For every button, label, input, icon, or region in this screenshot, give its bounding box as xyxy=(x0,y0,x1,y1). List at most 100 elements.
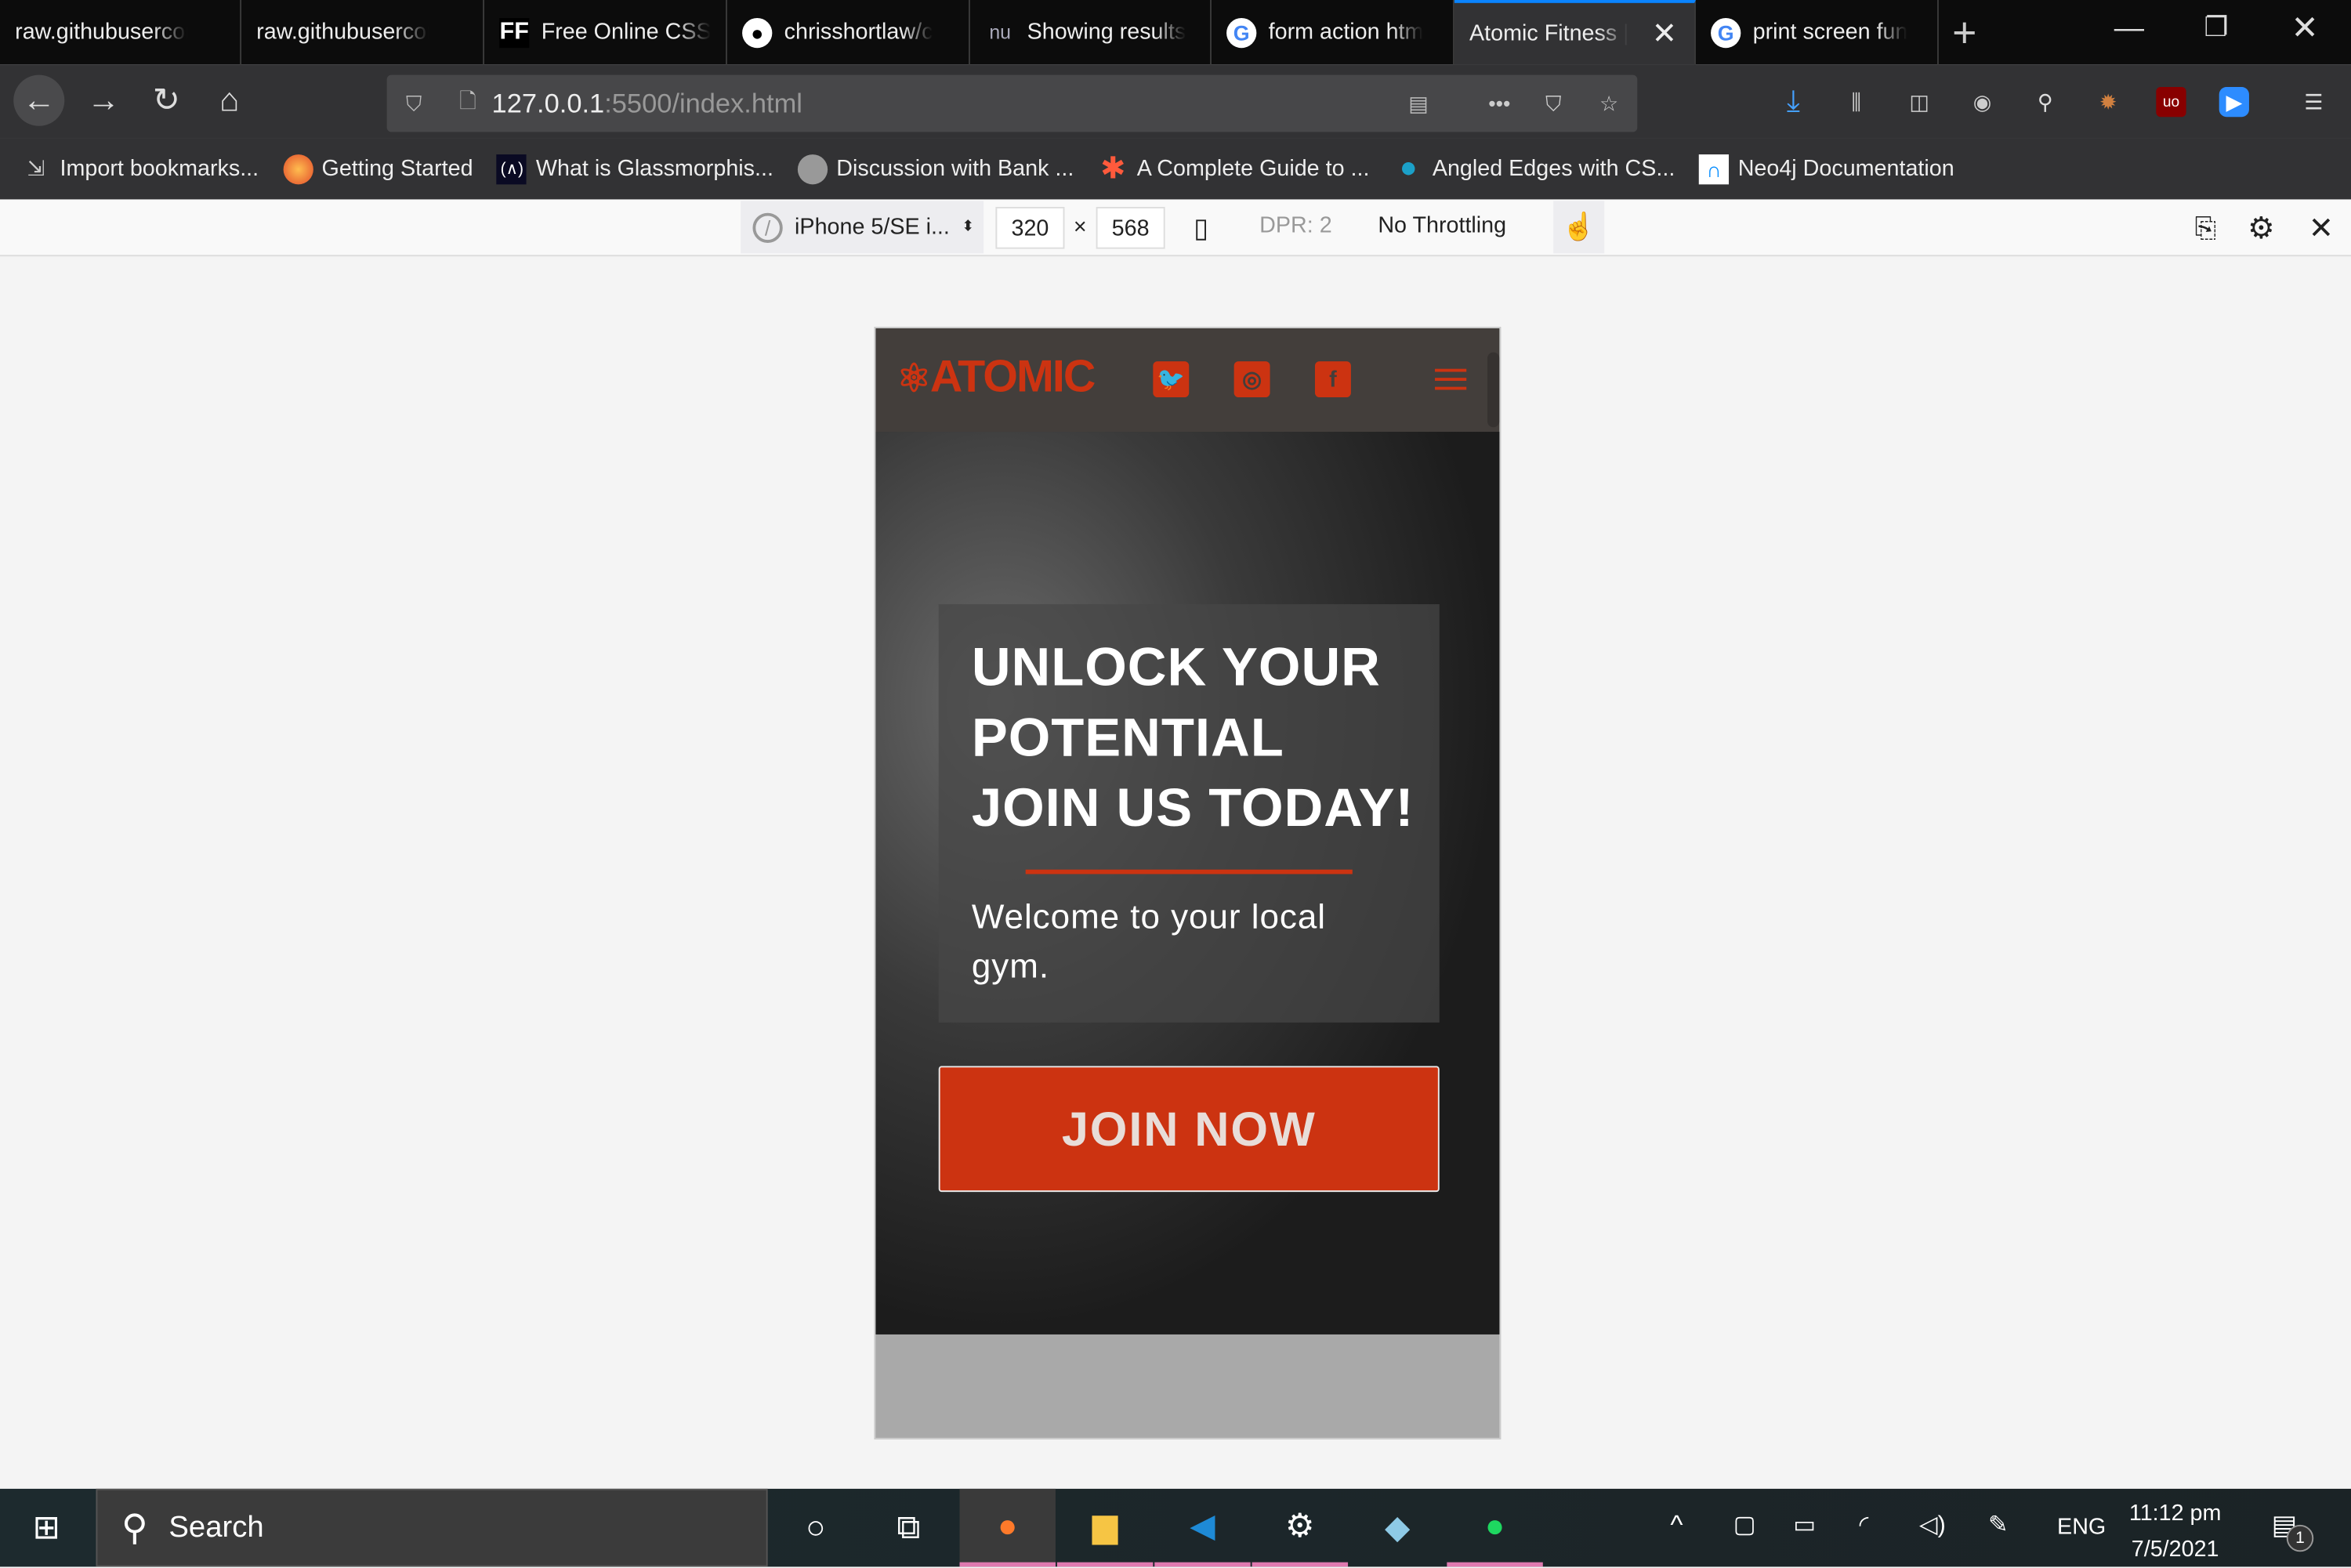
device-select[interactable]: / iPhone 5/SE i... ⬍ xyxy=(741,201,984,254)
time: 11:12 pm xyxy=(2128,1501,2222,1526)
settings-icon[interactable]: ⚙ xyxy=(2246,212,2276,245)
windows-start-icon[interactable]: ⊞ xyxy=(0,1489,93,1566)
language-indicator[interactable]: ENG xyxy=(2057,1514,2106,1540)
bookmarks-bar: ⇲ Import bookmarks... Getting Started (∧)… xyxy=(0,138,2351,200)
bookmark[interactable]: Getting Started xyxy=(282,154,473,184)
import-icon: ⇲ xyxy=(27,155,45,180)
battery-icon[interactable]: ▭ xyxy=(1793,1510,1816,1540)
search-icon: ⚲ xyxy=(121,1507,148,1548)
hero-heading: UNLOCK YOUR POTENTIAL JOIN US TODAY! xyxy=(972,631,1415,842)
throttling-select[interactable]: No Throttling xyxy=(1378,213,1506,239)
compass-icon: / xyxy=(752,212,783,242)
tab[interactable]: Gform action htm xyxy=(1212,0,1454,65)
zoom-icon[interactable]: ▶ xyxy=(2219,86,2249,118)
spotify-icon[interactable]: ● xyxy=(1447,1489,1543,1567)
instagram-icon[interactable]: ◎ xyxy=(1233,361,1270,398)
logo[interactable]: ⚛ ATOMIC xyxy=(897,353,1096,404)
taskbar-search[interactable]: ⚲ Search xyxy=(96,1488,768,1567)
bookmark[interactable]: Discussion with Bank ... xyxy=(797,154,1074,184)
bookmark[interactable]: ● Angled Edges with CS... xyxy=(1393,151,1675,185)
clock[interactable]: 11:12 pm 7/5/2021 xyxy=(2129,1496,2222,1568)
taskbar: ⊞ ⚲ Search ○ ⧉ ● ▆ ◀ ⚙ ◆ ● ^ ▢ ▭ ◜ ◁) ✎ E… xyxy=(0,1488,2351,1568)
task-view-icon[interactable]: ⧉ xyxy=(860,1489,956,1566)
rotate-icon[interactable]: ▯ xyxy=(1186,212,1215,243)
google-icon: G xyxy=(1711,17,1741,48)
menu-icon[interactable]: ☰ xyxy=(2298,87,2328,117)
google-icon: G xyxy=(1226,17,1257,48)
close-rdm-icon[interactable]: ✕ xyxy=(2306,212,2336,245)
home-icon[interactable]: ⌂ xyxy=(204,75,255,126)
freecodecamp-icon: (∧) xyxy=(497,154,527,184)
download-icon[interactable]: ⤓ xyxy=(1778,85,1808,118)
library-icon[interactable]: ⫼ xyxy=(1842,87,1871,117)
url-host: 127.0.0.1 xyxy=(491,87,605,118)
heading-line: JOIN US TODAY! xyxy=(971,777,1415,838)
url-bar[interactable]: ⛉ 🗋 127.0.0.1:5500/index.html ▤ ••• ⛉ ☆ xyxy=(386,74,1638,132)
bookmark[interactable]: ∩ Neo4j Documentation xyxy=(1698,154,1954,184)
hamburger-menu-icon[interactable] xyxy=(1435,368,1467,390)
width-input[interactable]: 320 xyxy=(995,207,1065,249)
notifications-icon[interactable]: ▤ 1 xyxy=(2272,1510,2314,1552)
join-now-button[interactable]: JOIN NOW xyxy=(938,1066,1440,1193)
wifi-icon[interactable]: ◜ xyxy=(1859,1510,1868,1540)
extension-icon[interactable]: ⚲ xyxy=(2030,87,2060,117)
tab-bar: raw.githubusercontent raw.githubusercont… xyxy=(0,0,2351,65)
tab[interactable]: ● chrisshortlaw/c xyxy=(727,0,970,65)
dpr-select[interactable]: DPR: 2 xyxy=(1259,213,1332,239)
tab-active[interactable]: Atomic Fitness | ✕ xyxy=(1454,0,1696,65)
nu-icon: nu xyxy=(989,20,1012,44)
window-close-icon[interactable]: ✕ xyxy=(2291,9,2319,48)
raccoon-extension-icon[interactable]: ✹ xyxy=(2093,87,2123,117)
pocket-icon[interactable]: ⛉ xyxy=(1538,89,1568,118)
star-icon[interactable]: ☆ xyxy=(1594,89,1624,118)
scrollbar[interactable] xyxy=(1487,352,1500,428)
pen-icon[interactable]: ✎ xyxy=(1988,1510,2009,1540)
dot-icon: ● xyxy=(1399,151,1418,185)
more-icon[interactable]: ••• xyxy=(1484,89,1514,118)
tab[interactable]: FF Free Online CSS xyxy=(484,0,727,65)
minimize-icon[interactable]: — xyxy=(2114,12,2144,46)
tab[interactable]: nu Showing results xyxy=(970,0,1212,65)
select-arrows-icon: ⬍ xyxy=(962,219,975,236)
forward-icon[interactable]: → xyxy=(78,75,129,126)
close-icon[interactable]: ✕ xyxy=(1650,18,1679,51)
ublock-icon[interactable]: uo xyxy=(2156,86,2186,118)
device-viewport: UNLOCK YOUR POTENTIAL JOIN US TODAY! Wel… xyxy=(874,327,1502,1439)
globe-icon xyxy=(797,154,828,184)
shield-icon: ⛉ xyxy=(406,90,422,115)
sidebar-icon[interactable]: ◫ xyxy=(1904,87,1934,117)
nav-bar: ← → ↻ ⌂ ⛉ 🗋 127.0.0.1:5500/index.html ▤ … xyxy=(0,64,2351,139)
firefox-taskbar-icon[interactable]: ● xyxy=(959,1488,1056,1567)
url-path: :5500/index.html xyxy=(604,87,802,118)
tab[interactable]: Gprint screen fun xyxy=(1696,0,1939,65)
bookmark[interactable]: (∧) What is Glassmorphis... xyxy=(497,154,773,184)
facebook-icon[interactable]: f xyxy=(1314,361,1351,398)
reload-icon[interactable]: ↻ xyxy=(141,75,192,126)
tab[interactable]: raw.githubusercontent xyxy=(0,0,242,65)
new-tab-icon[interactable]: + xyxy=(1952,9,1976,56)
bookmark[interactable]: ✱ A Complete Guide to ... xyxy=(1098,153,1369,186)
height-input[interactable]: 568 xyxy=(1096,207,1165,249)
app-icon[interactable]: ◆ xyxy=(1349,1489,1445,1566)
tray-chevron-icon[interactable]: ^ xyxy=(1670,1510,1683,1541)
divider xyxy=(1025,869,1353,875)
cortana-icon[interactable]: ○ xyxy=(768,1489,864,1566)
hero-section: UNLOCK YOUR POTENTIAL JOIN US TODAY! Wel… xyxy=(875,432,1500,1334)
hero-overlay: UNLOCK YOUR POTENTIAL JOIN US TODAY! Wel… xyxy=(938,604,1440,1023)
tab[interactable]: raw.githubusercontent xyxy=(241,0,484,65)
twitter-icon[interactable]: 🐦 xyxy=(1153,361,1190,398)
file-explorer-icon[interactable]: ▆ xyxy=(1056,1489,1154,1567)
vscode-icon[interactable]: ◀ xyxy=(1154,1489,1251,1567)
dimension-separator: × xyxy=(1073,214,1087,241)
account-icon[interactable]: ◉ xyxy=(1967,87,1997,117)
touch-simulation-icon[interactable]: ☝ xyxy=(1553,201,1605,254)
back-icon[interactable]: ← xyxy=(13,74,65,126)
restore-icon[interactable]: ❐ xyxy=(2204,12,2229,43)
volume-icon[interactable]: ◁) xyxy=(1919,1510,1946,1540)
settings-taskbar-icon[interactable]: ⚙ xyxy=(1252,1489,1349,1567)
camera-icon[interactable]: ▢ xyxy=(1733,1510,1756,1540)
bookmark[interactable]: ⇲ Import bookmarks... xyxy=(21,154,259,183)
screenshot-icon[interactable]: ⎘ xyxy=(2190,212,2220,243)
asterisk-icon: ✱ xyxy=(1100,153,1126,186)
reader-view-icon[interactable]: ▤ xyxy=(1404,89,1433,118)
